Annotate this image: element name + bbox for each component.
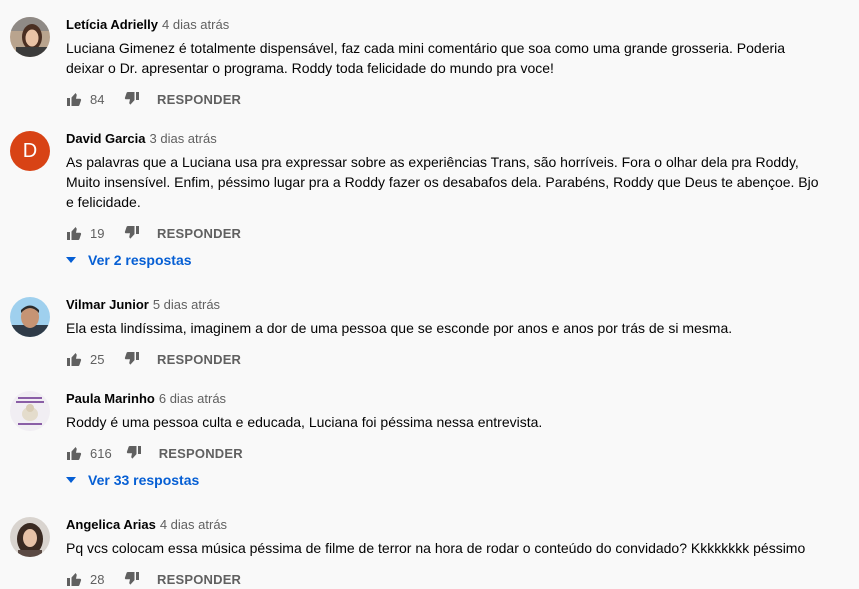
comment-header: Letícia Adrielly 4 dias atrás xyxy=(66,16,229,34)
author-name[interactable]: Angelica Arias xyxy=(66,517,156,532)
reply-button[interactable]: RESPONDER xyxy=(157,352,241,367)
author-name[interactable]: David Garcia xyxy=(66,131,146,146)
comment-text: Luciana Gimenez é totalmente dispensável… xyxy=(66,40,786,76)
comment-header: Vilmar Junior 5 dias atrás xyxy=(66,296,220,314)
thumb-up-icon[interactable] xyxy=(66,91,82,107)
timestamp[interactable]: 6 dias atrás xyxy=(159,391,226,406)
view-replies-label: Ver 2 respostas xyxy=(88,252,192,268)
reply-button[interactable]: RESPONDER xyxy=(157,572,241,587)
timestamp[interactable]: 3 dias atrás xyxy=(150,131,217,146)
avatar[interactable] xyxy=(10,297,50,337)
comment-header: Paula Marinho 6 dias atrás xyxy=(66,390,226,408)
comment-actions: 616 RESPONDER xyxy=(66,443,243,463)
thumb-up-icon[interactable] xyxy=(66,571,82,587)
thumb-down-icon[interactable] xyxy=(124,91,140,107)
chevron-down-icon xyxy=(66,257,76,263)
thumb-down-icon[interactable] xyxy=(126,445,142,461)
reply-button[interactable]: RESPONDER xyxy=(159,446,243,461)
thumb-down-icon[interactable] xyxy=(124,225,140,241)
like-count: 28 xyxy=(90,571,105,587)
comment-actions: 28 RESPONDER xyxy=(66,569,241,589)
author-name[interactable]: Vilmar Junior xyxy=(66,297,149,312)
comment-header: David Garcia 3 dias atrás xyxy=(66,130,217,148)
avatar[interactable]: D xyxy=(10,131,50,171)
reply-button[interactable]: RESPONDER xyxy=(157,92,241,107)
avatar[interactable] xyxy=(10,517,50,557)
avatar[interactable] xyxy=(10,391,50,431)
timestamp[interactable]: 4 dias atrás xyxy=(160,517,227,532)
thumb-down-icon[interactable] xyxy=(124,571,140,587)
view-replies-button[interactable]: Ver 2 respostas xyxy=(66,250,192,270)
author-name[interactable]: Paula Marinho xyxy=(66,391,155,406)
timestamp[interactable]: 5 dias atrás xyxy=(153,297,220,312)
avatar[interactable] xyxy=(10,17,50,57)
like-count: 616 xyxy=(90,445,112,461)
author-name[interactable]: Letícia Adrielly xyxy=(66,17,158,32)
like-count: 25 xyxy=(90,351,105,367)
comment-text: As palavras que a Luciana usa pra expres… xyxy=(66,154,819,210)
comment-actions: 25 RESPONDER xyxy=(66,349,241,369)
thumb-down-icon[interactable] xyxy=(124,351,140,367)
comment-actions: 84 RESPONDER xyxy=(66,89,241,109)
like-count: 19 xyxy=(90,225,105,241)
comment-text: Ela esta lindíssima, imaginem a dor de u… xyxy=(66,320,733,336)
thumb-up-icon[interactable] xyxy=(66,445,82,461)
thumb-up-icon[interactable] xyxy=(66,225,82,241)
view-replies-button[interactable]: Ver 33 respostas xyxy=(66,470,199,490)
reply-button[interactable]: RESPONDER xyxy=(157,226,241,241)
comment-actions: 19 RESPONDER xyxy=(66,223,241,243)
like-count: 84 xyxy=(90,91,105,107)
comment-header: Angelica Arias 4 dias atrás xyxy=(66,516,227,534)
chevron-down-icon xyxy=(66,477,76,483)
thumb-up-icon[interactable] xyxy=(66,351,82,367)
timestamp[interactable]: 4 dias atrás xyxy=(162,17,229,32)
comment-text: Pq vcs colocam essa música péssima de fi… xyxy=(66,540,806,556)
view-replies-label: Ver 33 respostas xyxy=(88,472,200,488)
comment-text: Roddy é uma pessoa culta e educada, Luci… xyxy=(66,414,543,430)
